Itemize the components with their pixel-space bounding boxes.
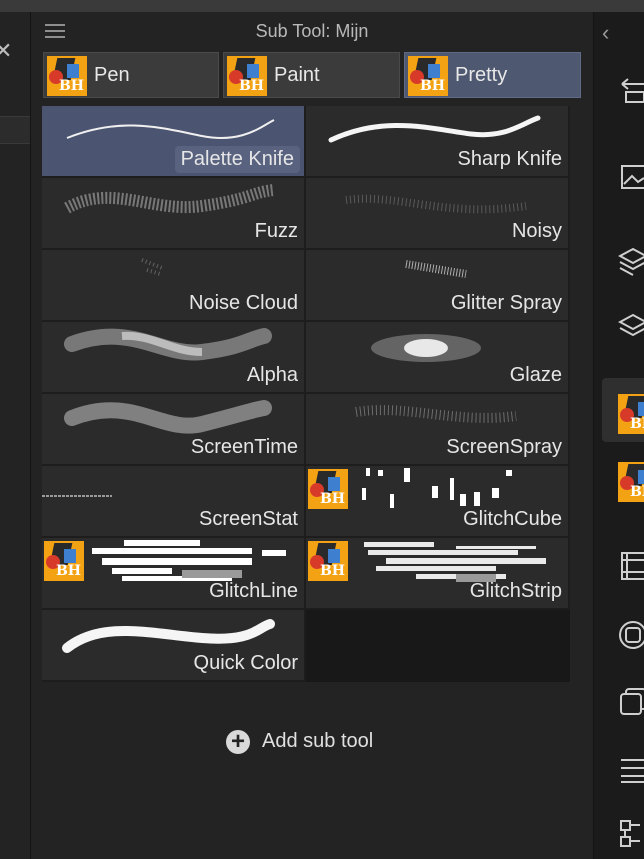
brush-label: Palette Knife [174,146,300,173]
tab-pretty[interactable]: BH Pretty [404,52,581,98]
brush-label: Quick Color [193,652,298,674]
right-toolbar: ‹ BH BH [593,12,644,859]
brush-sharp-knife[interactable]: Sharp Knife [306,106,570,178]
left-panel-row[interactable] [0,116,30,144]
brush-label: GlitchStrip [469,580,562,602]
color-circle-icon[interactable] [618,620,644,650]
brush-alpha[interactable]: Alpha [42,322,306,394]
color-set-icon[interactable] [618,686,644,716]
brush-label: Glitter Spray [450,292,562,314]
brush-label: Fuzz [254,220,298,242]
brush-palette-knife[interactable]: Palette Knife [42,106,306,178]
brand-logo-icon: BH [47,56,87,96]
brush-quick-color[interactable]: Quick Color [42,610,306,682]
layers-icon[interactable] [618,312,644,342]
brush-label: Alpha [246,364,298,386]
add-sub-tool-label: Add sub tool [262,730,374,752]
collapse-chevron-icon[interactable]: ‹ [602,20,609,46]
brush-noise-cloud[interactable]: Noise Cloud [42,250,306,322]
plus-circle-icon: + [226,730,250,754]
sub-tool-list: Palette Knife Sharp Knife Fuzz Noisy Noi… [42,106,570,682]
brush-screenstat[interactable]: ScreenStat [42,466,306,538]
brush-label: Noise Cloud [189,292,298,314]
brush-label: ScreenSpray [446,436,562,458]
brush-screentime[interactable]: ScreenTime [42,394,306,466]
brush-glitchcube[interactable]: BH GlitchCube [306,466,570,538]
brush-label: ScreenStat [199,508,298,530]
brush-preset-icon[interactable]: BH [618,462,644,502]
brush-glaze[interactable]: Glaze [306,322,570,394]
layer-property-icon[interactable] [618,246,644,276]
sub-tool-panel: Sub Tool: Mijn BH Pen BH Paint BH Pretty… [31,12,593,859]
tab-label: Paint [274,64,320,86]
tab-pen[interactable]: BH Pen [43,52,219,98]
brush-label: Glaze [509,364,562,386]
brush-label: Noisy [511,220,562,242]
brush-label: ScreenTime [190,436,298,458]
node-icon[interactable] [618,818,644,848]
brush-noisy[interactable]: Noisy [306,178,570,250]
brush-glitchline[interactable]: BH GlitchLine [42,538,306,610]
expand-arrow-icon[interactable]: ✕ [0,38,20,64]
brand-logo-icon: BH [227,56,267,96]
tab-label: Pen [94,64,130,86]
navigator-icon[interactable] [618,76,644,106]
panel-title: Sub Tool: Mijn [255,21,369,41]
layer-search-icon[interactable] [618,754,644,784]
brand-logo-icon: BH [408,56,448,96]
brush-label: GlitchCube [463,508,562,530]
image-icon[interactable] [618,162,644,192]
panel-header: Sub Tool: Mijn [31,12,593,50]
brush-label: GlitchLine [209,580,298,602]
brush-glitter-spray[interactable]: Glitter Spray [306,250,570,322]
brush-label: Sharp Knife [457,148,562,170]
brush-glitchstrip[interactable]: BH GlitchStrip [306,538,570,610]
brush-fuzz[interactable]: Fuzz [42,178,306,250]
top-bar [0,0,644,12]
animation-timeline-icon[interactable] [618,550,644,580]
brush-screenspray[interactable]: ScreenSpray [306,394,570,466]
tab-label: Pretty [455,64,508,86]
sub-tool-group-tabs: BH Pen BH Paint BH Pretty [43,52,581,100]
left-panel: ✕ [0,12,31,859]
tab-paint[interactable]: BH Paint [223,52,400,98]
sub-tool-icon[interactable]: BH [618,394,644,434]
